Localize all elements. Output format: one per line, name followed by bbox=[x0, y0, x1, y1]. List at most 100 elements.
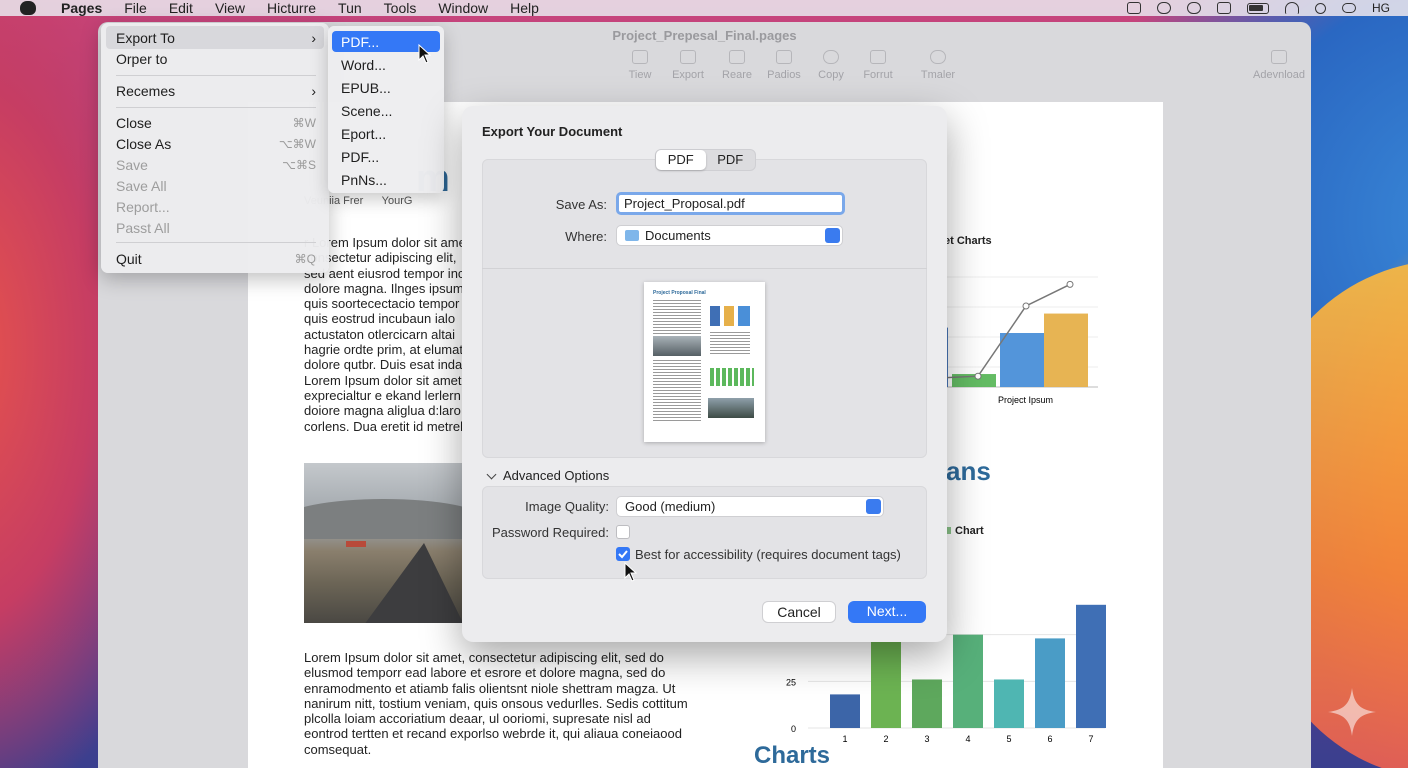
export-word[interactable]: Word... bbox=[341, 56, 386, 74]
menu-item-recemes[interactable]: Recemes › bbox=[116, 82, 316, 100]
menu-app-name[interactable]: Pages bbox=[50, 0, 113, 16]
cloud-icon[interactable] bbox=[1157, 2, 1171, 14]
advanced-options-toggle[interactable]: Advanced Options bbox=[486, 468, 609, 483]
chart2-x-tick: 3 bbox=[924, 734, 929, 744]
menu-tun[interactable]: Tun bbox=[327, 0, 373, 16]
chart2-x-tick: 4 bbox=[965, 734, 970, 744]
toolbar-format[interactable]: Forrut bbox=[853, 50, 903, 81]
export-dialog: Export Your Document PDF PDF Save As: Pr… bbox=[462, 106, 947, 642]
doc-road-photo bbox=[304, 463, 464, 623]
chart2-bar bbox=[994, 679, 1024, 728]
chart2-bar bbox=[830, 694, 860, 728]
clock-icon[interactable] bbox=[1187, 2, 1201, 14]
menu-tools[interactable]: Tools bbox=[373, 0, 428, 16]
text-line: dolore qutbr. Duis esat inda bbox=[304, 357, 463, 373]
gear-icon bbox=[823, 50, 839, 64]
chart1-point bbox=[1066, 280, 1074, 288]
export-scene[interactable]: Scene... bbox=[341, 102, 392, 120]
accessibility-checkbox[interactable] bbox=[616, 547, 630, 561]
next-button[interactable]: Next... bbox=[848, 601, 926, 623]
popup-arrows-icon bbox=[825, 228, 840, 243]
control-center-icon[interactable] bbox=[1342, 3, 1356, 13]
text-line: exprecialtur e ekand lerlern bbox=[304, 387, 461, 403]
menu-help[interactable]: Help bbox=[499, 0, 550, 16]
chart1-label: Project Ipsum bbox=[998, 395, 1053, 405]
pencil-icon bbox=[729, 50, 745, 64]
text-line: nanirum nitt, tostium veniam, quis onsou… bbox=[304, 695, 688, 711]
preview-title: Project Proposal Final bbox=[653, 290, 706, 296]
search-icon[interactable] bbox=[1315, 2, 1326, 14]
folder-icon bbox=[625, 230, 639, 241]
menu-item-export-to[interactable]: Export To › bbox=[116, 29, 316, 47]
export-epub[interactable]: EPUB... bbox=[341, 79, 391, 97]
menu-file[interactable]: File bbox=[113, 0, 158, 16]
chart2-heading: Chart bbox=[944, 524, 984, 539]
image-quality-popup[interactable]: Good (medium) bbox=[616, 496, 884, 517]
edit-icon bbox=[776, 50, 792, 64]
tab-pdf[interactable]: PDF bbox=[656, 150, 706, 170]
notes-icon[interactable] bbox=[1217, 2, 1231, 14]
apple-icon[interactable] bbox=[20, 1, 36, 15]
export-eport[interactable]: Eport... bbox=[341, 125, 386, 143]
menu-separator bbox=[116, 75, 316, 76]
chart1-heading: et Charts bbox=[944, 235, 992, 247]
menu-item-save: Save ⌥⌘S bbox=[116, 157, 316, 173]
sparkle-icon bbox=[1328, 688, 1376, 736]
toolbar-download[interactable]: Adevnload bbox=[1251, 50, 1307, 81]
export-pnns[interactable]: PnNs... bbox=[341, 171, 387, 189]
preview-image-2 bbox=[708, 398, 754, 418]
toolbar-export[interactable]: Export bbox=[663, 50, 713, 81]
menu-window[interactable]: Window bbox=[427, 0, 499, 16]
toolbar-reare[interactable]: Reare bbox=[712, 50, 762, 81]
password-checkbox[interactable] bbox=[616, 525, 630, 539]
document-preview-thumbnail: Project Proposal Final bbox=[644, 282, 765, 442]
menu-item-report: Report... bbox=[116, 199, 170, 215]
toolbar-copy[interactable]: Copy bbox=[806, 50, 856, 81]
chart2-bar bbox=[871, 638, 901, 728]
menu-item-close[interactable]: Close ⌘W bbox=[116, 114, 316, 132]
chart2-y-tick: 25 bbox=[786, 677, 796, 687]
toolbar-padios[interactable]: Padios bbox=[759, 50, 809, 81]
menu-view[interactable]: View bbox=[204, 0, 256, 16]
export-pdf[interactable]: PDF... bbox=[341, 33, 379, 51]
dialog-title: Export Your Document bbox=[482, 124, 623, 139]
chart1-bar bbox=[1044, 313, 1088, 387]
text-line: eontrod tertten et recand exporlso webrd… bbox=[304, 726, 682, 742]
tab-pdf-2[interactable]: PDF bbox=[706, 150, 756, 170]
preview-text-3 bbox=[710, 332, 750, 354]
export-icon bbox=[680, 50, 696, 64]
chevron-down-icon bbox=[486, 469, 497, 480]
export-pdf-2[interactable]: PDF... bbox=[341, 148, 379, 166]
chart2-x-tick: 1 bbox=[842, 734, 847, 744]
app-tray-icon[interactable] bbox=[1127, 2, 1141, 14]
text-line: Lorem Ipsum dolor sit amet bbox=[304, 372, 462, 388]
menu-item-quit[interactable]: Quit ⌘Q bbox=[116, 250, 316, 268]
menu-picture[interactable]: Hicturre bbox=[256, 0, 327, 16]
preview-text-2 bbox=[653, 360, 701, 422]
menu-item-close-as[interactable]: Close As ⌥⌘W bbox=[116, 135, 316, 153]
toolbar-tmaler[interactable]: Tmaler bbox=[913, 50, 963, 81]
charts-heading: Charts bbox=[754, 742, 831, 768]
text-line: plcolla loiam accoriatium deaar, ul oori… bbox=[304, 711, 651, 727]
doc-paragraph-1: r Lorem Ipsum dolor sit amet consectetur … bbox=[304, 235, 474, 434]
save-as-input[interactable]: Project_Proposal.pdf bbox=[616, 192, 845, 215]
menu-edit[interactable]: Edit bbox=[158, 0, 204, 16]
user-initials[interactable]: HG bbox=[1372, 1, 1390, 15]
accessibility-label: Best for accessibility (requires documen… bbox=[635, 547, 901, 562]
chart1-point bbox=[974, 372, 982, 380]
where-popup[interactable]: Documents bbox=[616, 225, 843, 246]
image-quality-label: Image Quality: bbox=[525, 499, 609, 514]
text-line: sed aent eiusrod tempor inc bbox=[304, 265, 465, 281]
preview-text-1 bbox=[653, 300, 701, 334]
password-required-label: Password Required: bbox=[491, 525, 609, 540]
toolbar-view[interactable]: Tiew bbox=[615, 50, 665, 81]
chart2-x-tick: 7 bbox=[1088, 734, 1093, 744]
text-line: dolore magna. Ilnges ipsum bbox=[304, 280, 464, 296]
text-line: comsequat. bbox=[304, 741, 372, 757]
wifi-icon[interactable] bbox=[1285, 2, 1299, 14]
battery-icon[interactable] bbox=[1247, 2, 1269, 14]
cancel-button[interactable]: Cancel bbox=[762, 601, 836, 623]
doc-paragraph-2: Lorem Ipsum dolor sit amet, consectetur … bbox=[304, 650, 724, 757]
plans-heading: ans bbox=[946, 456, 991, 486]
menu-item-orper-to[interactable]: Orper to bbox=[116, 50, 316, 68]
